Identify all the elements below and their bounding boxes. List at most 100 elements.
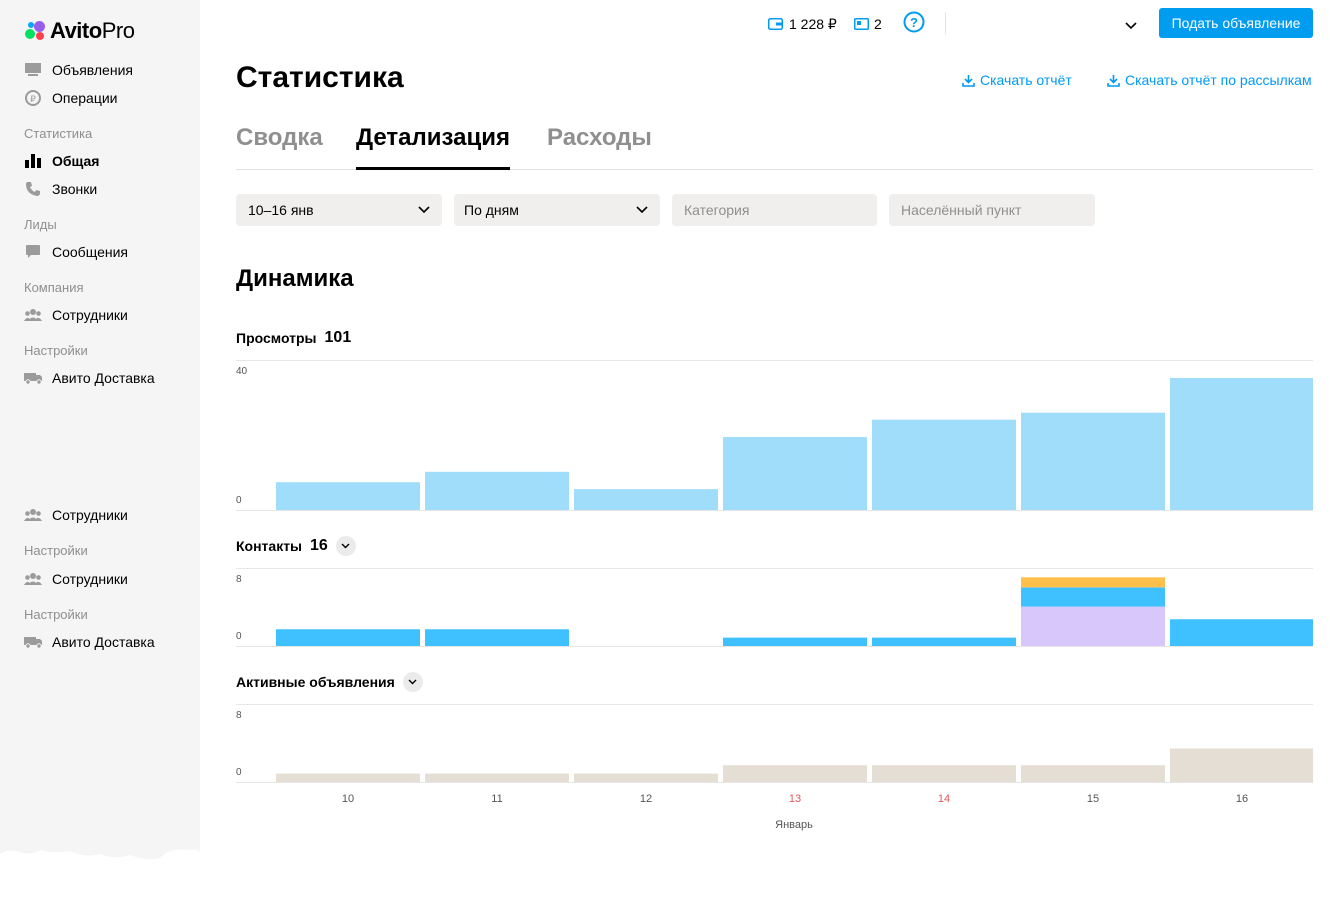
chart-bar[interactable]	[276, 629, 420, 646]
sidebar-item-calls[interactable]: Звонки	[24, 179, 97, 199]
contacts-metric-header: Контакты 16	[236, 536, 356, 556]
sidebar-header-settings: Настройки	[24, 343, 88, 358]
x-tick-label: 13	[788, 793, 802, 805]
sidebar-header-leads: Лиды	[24, 217, 57, 232]
grouping-select[interactable]: По дням	[454, 194, 660, 226]
download-mailing-report-link[interactable]: Скачать отчёт по рассылкам	[1107, 72, 1312, 88]
chart-bar[interactable]	[872, 419, 1016, 510]
y-tick-label: 8	[236, 710, 242, 721]
tab-expenses[interactable]: Расходы	[547, 124, 652, 170]
truck-icon	[24, 369, 42, 387]
sidebar-item-employees[interactable]: Сотрудники	[24, 305, 128, 325]
chart-bar[interactable]	[1170, 619, 1313, 646]
sidebar-item-general[interactable]: Общая	[24, 151, 99, 171]
views-title: Просмотры	[236, 330, 317, 346]
period-value: 10–16 янв	[248, 202, 314, 218]
listings-counter[interactable]: 2	[854, 14, 882, 34]
sidebar-item-avito-delivery[interactable]: Авито Доставка	[24, 368, 155, 388]
active-listings-title: Активные объявления	[236, 674, 395, 690]
sidebar-item-label: Операции	[52, 90, 118, 106]
tab-summary[interactable]: Сводка	[236, 124, 323, 170]
listings-icon	[854, 18, 869, 30]
x-axis-month: Январь	[775, 819, 813, 831]
overlay-fragment	[1096, 870, 1330, 911]
chart-bar[interactable]	[425, 773, 569, 782]
chart-bar[interactable]	[1021, 577, 1165, 588]
sidebar-header-settings: Настройки	[24, 607, 88, 622]
chart-bar[interactable]	[1021, 587, 1165, 607]
y-tick-label: 0	[236, 767, 242, 778]
active-listings-metric-header: Активные объявления	[236, 672, 423, 692]
x-tick-label: 14	[937, 793, 951, 805]
help-icon[interactable]: ?	[903, 11, 925, 33]
x-tick-label: 10	[341, 793, 355, 805]
logo-avito-text: Avito	[50, 18, 102, 43]
chart-bar[interactable]	[723, 637, 867, 646]
chart-bar[interactable]	[1170, 377, 1313, 510]
wallet-icon	[768, 18, 783, 30]
period-select[interactable]: 10–16 янв	[236, 194, 442, 226]
logo-pro-text: Pro	[101, 18, 135, 43]
contacts-expand-chevron-icon[interactable]	[335, 536, 356, 556]
torn-edge-decoration	[0, 849, 200, 911]
city-input[interactable]: Населённый пункт	[889, 194, 1095, 226]
chart-bar[interactable]	[1021, 765, 1165, 782]
chart-bar[interactable]	[574, 773, 718, 782]
sidebar: AvitoPro Объявления ₽ Операции Статистик…	[0, 0, 200, 911]
listings-count: 2	[874, 16, 882, 32]
sidebar-item-avito-delivery[interactable]: Авито Доставка	[24, 632, 155, 652]
wallet-balance[interactable]: 1 228 ₽	[768, 14, 837, 34]
tab-details[interactable]: Детализация	[356, 124, 510, 170]
contacts-title: Контакты	[236, 538, 303, 554]
sidebar-item-label: Авито Доставка	[52, 634, 155, 650]
chart-bar[interactable]	[276, 482, 420, 510]
x-tick-label: 16	[1235, 793, 1249, 805]
monitor-icon	[24, 61, 42, 79]
sidebar-item-label: Звонки	[52, 181, 98, 197]
ruble-cycle-icon: ₽	[24, 89, 42, 107]
chart-bar[interactable]	[872, 637, 1016, 646]
post-listing-button[interactable]: Подать объявление	[1159, 8, 1313, 38]
tabs: Сводка Детализация Расходы	[236, 124, 1313, 170]
sidebar-item-label: Сотрудники	[52, 571, 128, 587]
active-listings-chart	[236, 704, 1313, 783]
chart-bar[interactable]	[1170, 748, 1313, 783]
chart-bar[interactable]	[1021, 606, 1165, 646]
chevron-down-icon	[418, 206, 430, 214]
sidebar-item-label: Сообщения	[52, 244, 128, 260]
download-report-link[interactable]: Скачать отчёт	[962, 72, 1072, 88]
chart-bar[interactable]	[425, 629, 569, 646]
phone-icon	[24, 180, 42, 198]
chart-bar[interactable]	[723, 765, 867, 782]
sidebar-item-employees[interactable]: Сотрудники	[24, 505, 128, 525]
active-listings-expand-chevron-icon[interactable]	[402, 672, 423, 692]
x-tick-label: 11	[491, 793, 503, 805]
download-icon	[962, 74, 975, 87]
grouping-value: По дням	[464, 202, 519, 218]
sidebar-header-settings: Настройки	[24, 543, 88, 558]
chart-bar[interactable]	[872, 765, 1016, 782]
sidebar-item-messages[interactable]: Сообщения	[24, 242, 128, 262]
x-tick-label: 15	[1086, 793, 1100, 805]
category-input[interactable]: Категория	[672, 194, 877, 226]
sidebar-item-employees[interactable]: Сотрудники	[24, 569, 128, 589]
chart-bar[interactable]	[723, 437, 867, 510]
download-icon	[1107, 74, 1120, 87]
page-title: Статистика	[236, 61, 404, 94]
sidebar-item-label: Общая	[52, 153, 100, 169]
people-icon	[24, 506, 42, 524]
y-tick-label: 0	[236, 495, 242, 506]
bar-chart-icon	[24, 152, 42, 170]
sidebar-header-company: Компания	[24, 280, 84, 295]
chart-bar[interactable]	[574, 489, 718, 510]
profile-dropdown-chevron-icon[interactable]	[1125, 17, 1137, 35]
avito-pro-logo[interactable]: AvitoPro	[24, 18, 135, 44]
chart-bar[interactable]	[425, 471, 569, 510]
chart-bar[interactable]	[276, 773, 420, 782]
views-total: 101	[324, 329, 352, 346]
sidebar-item-operations[interactable]: ₽ Операции	[24, 88, 118, 108]
download-mailing-report-label: Скачать отчёт по рассылкам	[1125, 72, 1312, 88]
chart-bar[interactable]	[1021, 412, 1165, 510]
sidebar-item-listings[interactable]: Объявления	[24, 60, 133, 80]
people-icon	[24, 570, 42, 588]
